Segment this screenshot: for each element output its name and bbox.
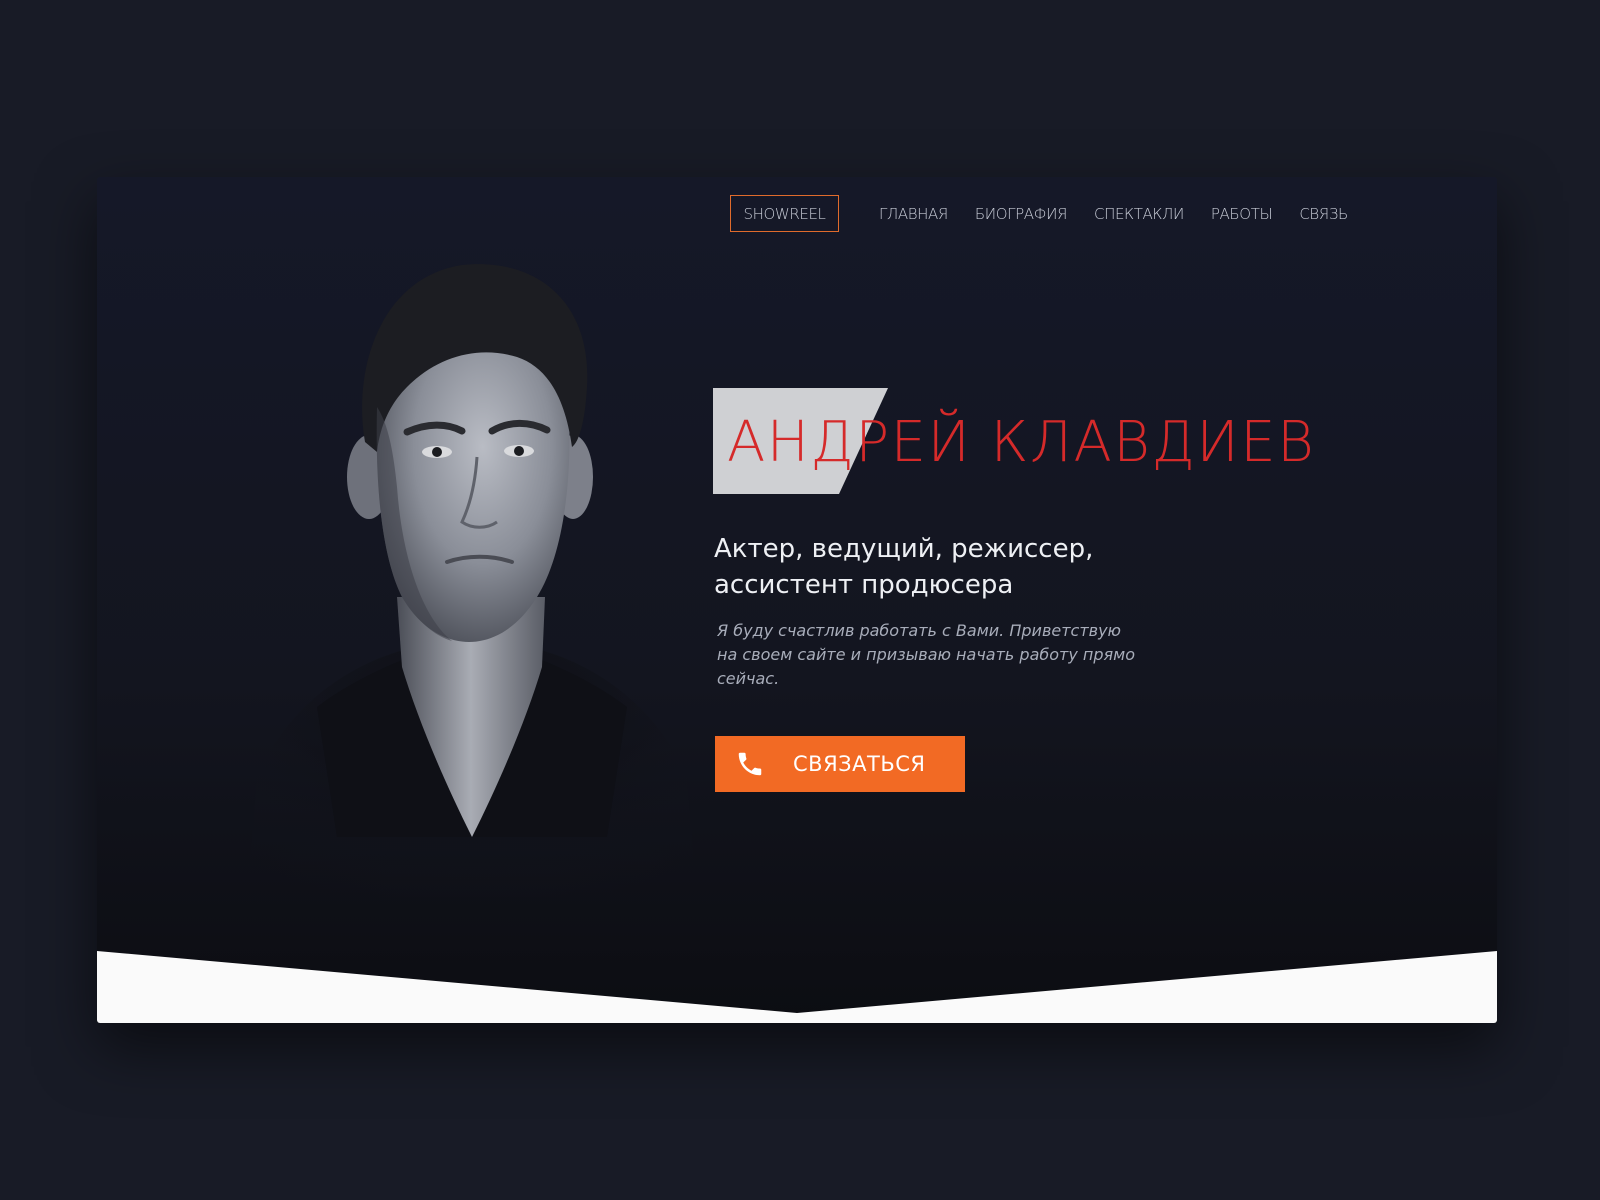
nav-link-home[interactable]: ГЛАВНАЯ	[879, 205, 948, 223]
hero-tagline-line-3: сейчас.	[717, 669, 780, 688]
nav-link-performances[interactable]: СПЕКТАКЛИ	[1094, 205, 1184, 223]
phone-icon	[738, 752, 762, 776]
contact-button-label: СВЯЗАТЬСЯ	[793, 752, 926, 776]
nav-links: ГЛАВНАЯ БИОГРАФИЯ СПЕКТАКЛИ РАБОТЫ СВЯЗЬ	[879, 205, 1375, 223]
hero-name: АНДРЕЙ КЛАВДИЕВ	[727, 410, 1316, 475]
actor-portrait	[247, 264, 697, 897]
hero-tagline-line-2: на своем сайте и призываю начать работу …	[717, 645, 1135, 664]
hero-name-block: АНДРЕЙ КЛАВДИЕВ	[713, 388, 1353, 498]
hero-tagline-line-1: Я буду счастлив работать с Вами. Приветс…	[717, 621, 1122, 640]
main-nav: SHOWREEL ГЛАВНАЯ БИОГРАФИЯ СПЕКТАКЛИ РАБ…	[730, 195, 1375, 232]
nav-link-works[interactable]: РАБОТЫ	[1211, 205, 1273, 223]
hero-tagline: Я буду счастлив работать с Вами. Приветс…	[717, 619, 1187, 691]
contact-button[interactable]: СВЯЗАТЬСЯ	[715, 736, 965, 792]
hero-subtitle: Актер, ведущий, режиссер, ассистент прод…	[714, 531, 1194, 603]
site-card: SHOWREEL ГЛАВНАЯ БИОГРАФИЯ СПЕКТАКЛИ РАБ…	[97, 177, 1497, 1023]
bottom-chevron-band	[97, 951, 1497, 1023]
nav-link-biography[interactable]: БИОГРАФИЯ	[975, 205, 1068, 223]
nav-link-contact[interactable]: СВЯЗЬ	[1299, 205, 1348, 223]
hero-subtitle-line-2: ассистент продюсера	[714, 570, 1014, 600]
hero-subtitle-line-1: Актер, ведущий, режиссер,	[714, 534, 1094, 564]
showreel-label: SHOWREEL	[743, 204, 826, 223]
showreel-button[interactable]: SHOWREEL	[730, 195, 839, 232]
